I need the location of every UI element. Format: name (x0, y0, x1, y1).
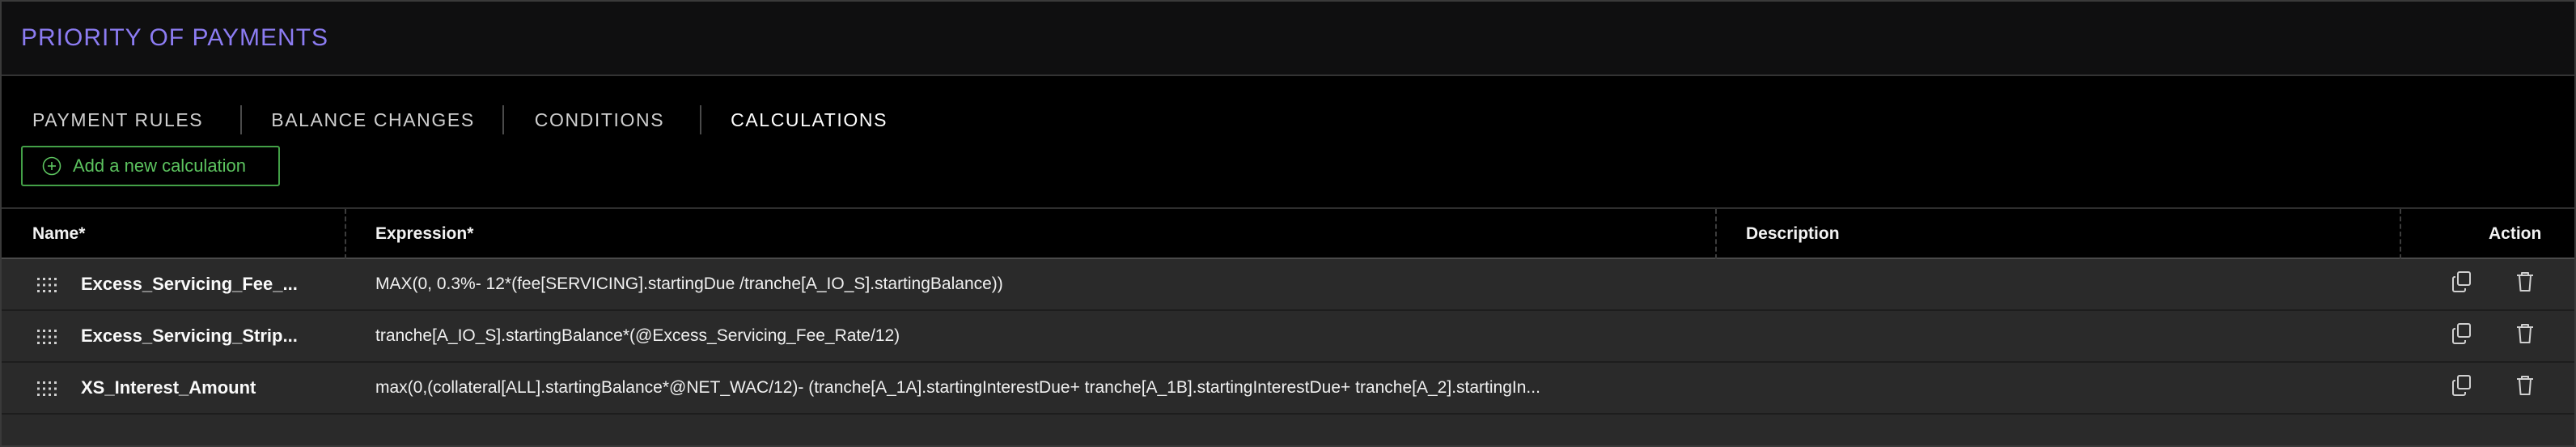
plus-circle-icon (42, 156, 61, 176)
calculation-name[interactable]: Excess_Servicing_Fee_... (81, 259, 340, 309)
table-row: Excess_Servicing_Strip... tranche[A_IO_S… (2, 311, 2574, 363)
tab-calculations[interactable]: CALCULATIONS (731, 109, 888, 131)
add-calculation-label: Add a new calculation (73, 155, 247, 176)
tab-divider (240, 105, 243, 134)
add-calculation-button[interactable]: Add a new calculation (21, 146, 280, 186)
trash-icon[interactable] (2515, 374, 2536, 397)
page-title: PRIORITY OF PAYMENTS (21, 24, 329, 51)
panel-header: PRIORITY OF PAYMENTS (2, 2, 2574, 76)
calculation-expression[interactable]: MAX(0, 0.3%- 12*(fee[SERVICING].starting… (375, 259, 1702, 309)
drag-handle-icon[interactable] (37, 330, 57, 344)
column-header-action: Action (2489, 224, 2542, 243)
column-header-expression[interactable]: Expression* (375, 209, 473, 259)
column-divider (1715, 209, 1717, 259)
calculations-table: Name* Expression* Description Action Exc… (2, 207, 2574, 415)
tab-divider (700, 105, 702, 134)
column-divider (345, 209, 346, 259)
tab-balance-changes[interactable]: BALANCE CHANGES (271, 109, 475, 131)
calculation-description[interactable] (1746, 363, 2385, 413)
calculation-expression[interactable]: max(0,(collateral[ALL].startingBalance*@… (375, 363, 1702, 413)
copy-icon[interactable] (2451, 374, 2472, 397)
drag-handle-icon[interactable] (37, 381, 57, 396)
calculation-expression[interactable]: tranche[A_IO_S].startingBalance*(@Excess… (375, 311, 1702, 361)
calculation-description[interactable] (1746, 259, 2385, 309)
tab-bar: PAYMENT RULES BALANCE CHANGES CONDITIONS… (2, 97, 888, 143)
toolbar-area: PAYMENT RULES BALANCE CHANGES CONDITIONS… (2, 76, 2574, 207)
column-header-name[interactable]: Name* (32, 209, 85, 259)
column-divider (2400, 209, 2401, 259)
copy-icon[interactable] (2451, 270, 2472, 293)
column-header-description[interactable]: Description (1746, 209, 1840, 259)
tab-payment-rules[interactable]: PAYMENT RULES (32, 109, 203, 131)
calculation-name[interactable]: Excess_Servicing_Strip... (81, 311, 340, 361)
trash-icon[interactable] (2515, 270, 2536, 293)
table-row: XS_Interest_Amount max(0,(collateral[ALL… (2, 363, 2574, 415)
copy-icon[interactable] (2451, 322, 2472, 345)
table-row: Excess_Servicing_Fee_... MAX(0, 0.3%- 12… (2, 259, 2574, 311)
priority-of-payments-panel: PRIORITY OF PAYMENTS PAYMENT RULES BALAN… (0, 0, 2576, 447)
tab-divider (502, 105, 504, 134)
calculation-description[interactable] (1746, 311, 2385, 361)
tab-conditions[interactable]: CONDITIONS (535, 109, 664, 131)
drag-handle-icon[interactable] (37, 278, 57, 292)
table-header: Name* Expression* Description Action (2, 207, 2574, 259)
calculation-name[interactable]: XS_Interest_Amount (81, 363, 340, 413)
trash-icon[interactable] (2515, 322, 2536, 345)
